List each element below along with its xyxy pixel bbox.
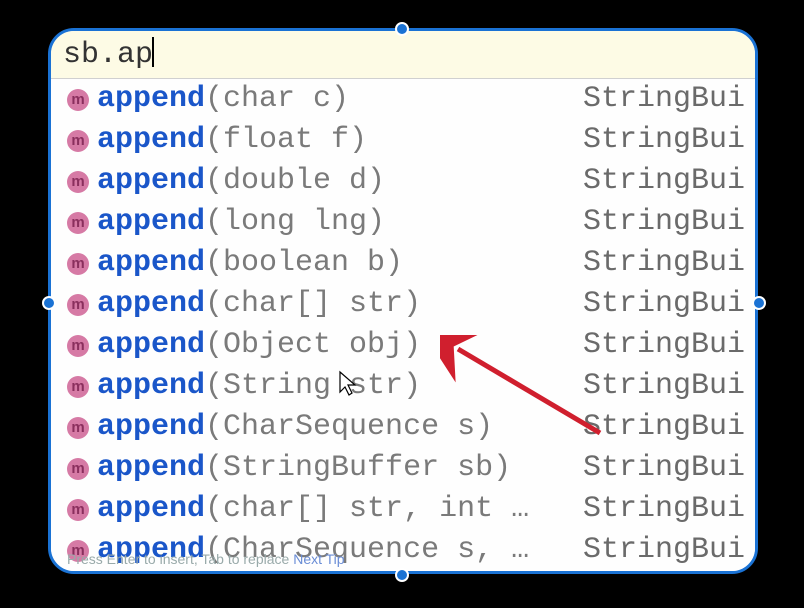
method-icon: m: [67, 458, 89, 480]
method-icon: m: [67, 294, 89, 316]
method-name: append: [97, 287, 205, 321]
method-icon: m: [67, 171, 89, 193]
method-signature: append(Object obj): [97, 325, 565, 366]
method-name: append: [97, 205, 205, 239]
method-name: append: [97, 451, 205, 485]
method-icon: m: [67, 376, 89, 398]
method-params: (char c): [205, 82, 349, 116]
selection-handle-top[interactable]: [395, 22, 409, 36]
method-params: (StringBuffer sb): [205, 451, 511, 485]
method-params: (char[] str, int …: [205, 492, 529, 526]
popup-footer: Press Enter to insert, Tab to replace Ne…: [67, 551, 345, 567]
method-signature: append(char c): [97, 79, 565, 120]
method-icon: m: [67, 499, 89, 521]
return-type: StringBui: [565, 79, 745, 120]
selection-handle-right[interactable]: [752, 296, 766, 310]
suggestion-item[interactable]: mappend(String str)StringBui: [51, 366, 755, 407]
suggestion-item[interactable]: mappend(StringBuffer sb)StringBui: [51, 448, 755, 489]
method-signature: append(char[] str, int …: [97, 489, 565, 530]
method-params: (Object obj): [205, 328, 421, 362]
suggestion-item[interactable]: mappend(boolean b)StringBui: [51, 243, 755, 284]
return-type: StringBui: [565, 243, 745, 284]
code-input-line[interactable]: sb.ap: [51, 31, 755, 79]
return-type: StringBui: [565, 325, 745, 366]
method-signature: append(CharSequence s): [97, 407, 565, 448]
return-type: StringBui: [565, 120, 745, 161]
method-icon: m: [67, 89, 89, 111]
method-icon: m: [67, 417, 89, 439]
method-name: append: [97, 82, 205, 116]
return-type: StringBui: [565, 284, 745, 325]
return-type: StringBui: [565, 448, 745, 489]
footer-next-tip-link[interactable]: Next Tip: [293, 551, 344, 567]
method-params: (double d): [205, 164, 385, 198]
return-type: StringBui: [565, 530, 745, 571]
method-signature: append(double d): [97, 161, 565, 202]
method-params: (float f): [205, 123, 367, 157]
suggestion-item[interactable]: mappend(double d)StringBui: [51, 161, 755, 202]
suggestion-item[interactable]: mappend(CharSequence s)StringBui: [51, 407, 755, 448]
method-params: (String str): [205, 369, 421, 403]
return-type: StringBui: [565, 489, 745, 530]
return-type: StringBui: [565, 407, 745, 448]
suggestion-item[interactable]: mappend(char[] str)StringBui: [51, 284, 755, 325]
text-caret: [152, 37, 154, 67]
method-signature: append(char[] str): [97, 284, 565, 325]
method-name: append: [97, 369, 205, 403]
footer-hint: Press Enter to insert, Tab to replace: [67, 551, 289, 567]
return-type: StringBui: [565, 161, 745, 202]
method-signature: append(long lng): [97, 202, 565, 243]
method-name: append: [97, 164, 205, 198]
method-signature: append(String str): [97, 366, 565, 407]
return-type: StringBui: [565, 202, 745, 243]
method-params: (char[] str): [205, 287, 421, 321]
method-icon: m: [67, 212, 89, 234]
selection-handle-bottom[interactable]: [395, 568, 409, 582]
method-name: append: [97, 328, 205, 362]
suggestion-item[interactable]: mappend(char[] str, int …StringBui: [51, 489, 755, 530]
suggestion-item[interactable]: mappend(long lng)StringBui: [51, 202, 755, 243]
method-signature: append(boolean b): [97, 243, 565, 284]
method-icon: m: [67, 335, 89, 357]
method-params: (long lng): [205, 205, 385, 239]
method-name: append: [97, 123, 205, 157]
autocomplete-popup: sb.ap mappend(char c)StringBuimappend(fl…: [48, 28, 758, 574]
typed-text: sb.ap: [63, 38, 153, 72]
method-name: append: [97, 246, 205, 280]
selection-handle-left[interactable]: [42, 296, 56, 310]
suggestion-item[interactable]: mappend(char c)StringBui: [51, 79, 755, 120]
return-type: StringBui: [565, 366, 745, 407]
method-signature: append(StringBuffer sb): [97, 448, 565, 489]
method-params: (CharSequence s): [205, 410, 493, 444]
method-icon: m: [67, 130, 89, 152]
method-name: append: [97, 492, 205, 526]
suggestion-item[interactable]: mappend(Object obj)StringBui: [51, 325, 755, 366]
method-params: (boolean b): [205, 246, 403, 280]
method-signature: append(float f): [97, 120, 565, 161]
suggestion-item[interactable]: mappend(float f)StringBui: [51, 120, 755, 161]
method-icon: m: [67, 253, 89, 275]
suggestion-list[interactable]: mappend(char c)StringBuimappend(float f)…: [51, 79, 755, 571]
method-name: append: [97, 410, 205, 444]
